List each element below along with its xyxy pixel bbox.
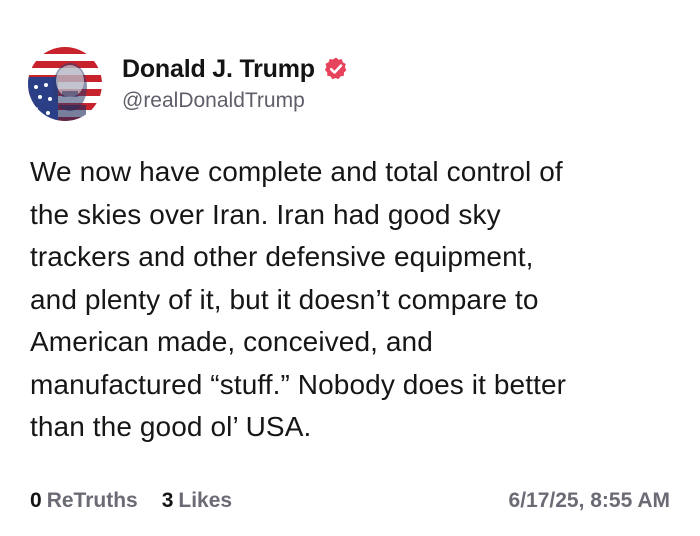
truth-post: Donald J. Trump @realDonaldTrump We now … bbox=[0, 0, 700, 536]
author-handle[interactable]: @realDonaldTrump bbox=[122, 88, 349, 114]
likes-count: 3 bbox=[161, 489, 174, 512]
author-display-name[interactable]: Donald J. Trump bbox=[122, 54, 315, 84]
retruths-label: ReTruths bbox=[46, 489, 138, 512]
likes-label: Likes bbox=[178, 489, 233, 512]
post-timestamp[interactable]: 6/17/25, 8:55 AM bbox=[509, 489, 670, 513]
post-text-line: trackers and other defensive equipment, bbox=[30, 241, 534, 272]
post-body: We now have complete and total control o… bbox=[30, 151, 675, 449]
post-text-line: We now have complete and total control o… bbox=[30, 156, 563, 187]
post-text-line: manufactured “stuff.” Nobody does it bet… bbox=[30, 368, 567, 400]
retruths-stat[interactable]: 0 ReTruths bbox=[30, 489, 138, 513]
post-footer: 0 ReTruths 3 Likes 6/17/25, 8:55 AM bbox=[30, 486, 670, 516]
post-text-line: American made, conceived, and bbox=[30, 326, 433, 357]
retruths-count: 0 bbox=[30, 489, 42, 512]
avatar-image bbox=[28, 47, 102, 121]
post-text-line: and plenty of it, but it doesn’t compare… bbox=[30, 283, 539, 315]
post-header: Donald J. Trump @realDonaldTrump bbox=[28, 46, 349, 122]
avatar[interactable] bbox=[28, 47, 102, 121]
name-row: Donald J. Trump bbox=[122, 54, 349, 84]
verified-badge-icon bbox=[323, 56, 349, 82]
post-text-line: than the good ol’ USA. bbox=[30, 411, 312, 442]
post-text-line: the skies over Iran. Iran had good sky bbox=[30, 198, 501, 230]
likes-stat[interactable]: 3 Likes bbox=[162, 489, 232, 513]
author-info: Donald J. Trump @realDonaldTrump bbox=[122, 54, 349, 114]
